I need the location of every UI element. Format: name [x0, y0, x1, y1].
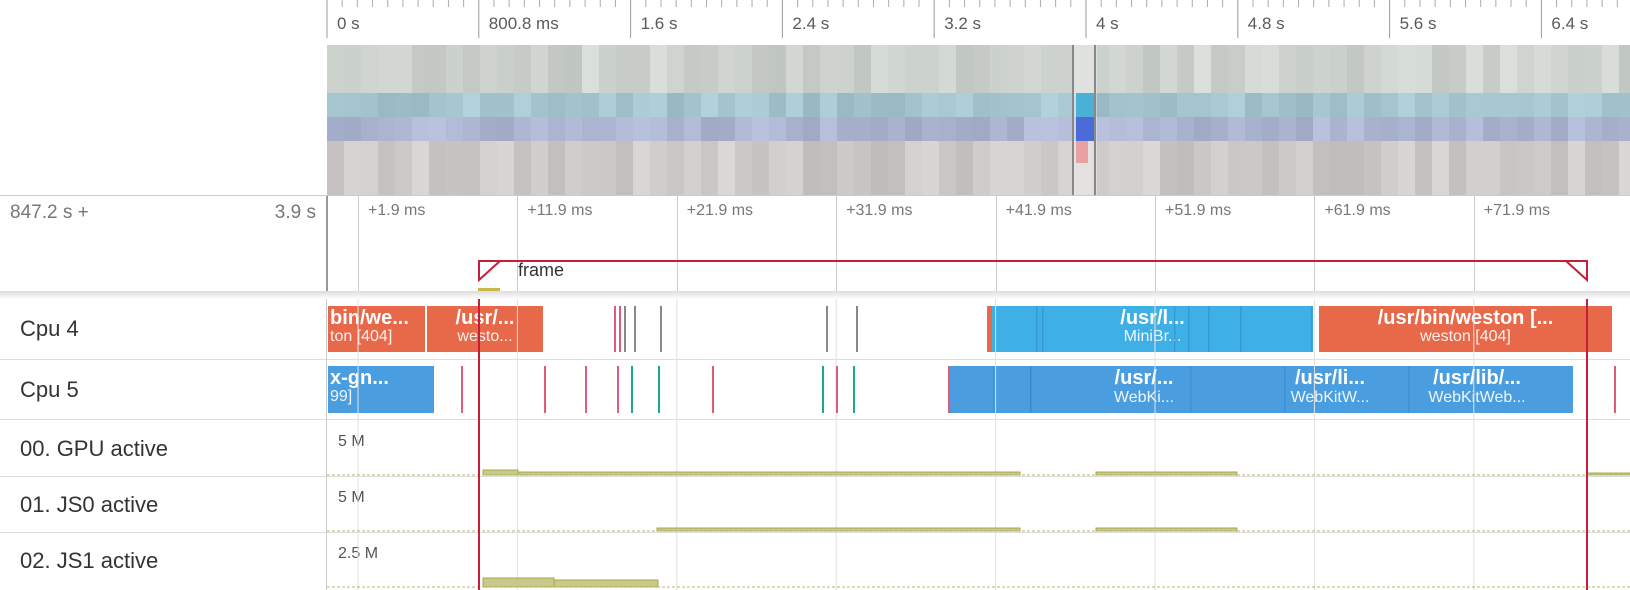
overview-tick-label: 5.6 s [1399, 14, 1437, 33]
cpu5-slice-divider [1408, 366, 1410, 413]
cpu4-thin-slice[interactable] [614, 306, 616, 352]
overview-tick-label: 3.2 s [944, 14, 982, 33]
cpu5-thin-slice[interactable] [1614, 366, 1616, 413]
track-marks [327, 299, 1630, 590]
cpu5-thin-slice[interactable] [948, 366, 950, 413]
cpu5-slice-divider [1190, 366, 1192, 413]
cpu4-thin-slice[interactable] [624, 306, 626, 352]
cpu5-thin-slice[interactable] [544, 366, 546, 413]
cpu5-thin-slice[interactable] [836, 366, 838, 413]
panel-shadow [0, 291, 1630, 299]
cpu5-thin-slice[interactable] [631, 366, 633, 413]
overview-tick-label: 4.8 s [1247, 14, 1285, 33]
cpu4-slice-divider [1036, 306, 1038, 352]
frame-marker-end[interactable] [1563, 260, 1588, 283]
overview-tick-label: 4 s [1096, 14, 1119, 33]
counter-bar [553, 579, 659, 588]
cpu4-slice-divider [1174, 306, 1176, 352]
frame-marker-label: frame [518, 260, 565, 280]
counter-bar [482, 469, 519, 476]
overview-tick-label: 6.4 s [1551, 14, 1589, 33]
cpu4-slice-divider [1208, 306, 1210, 352]
cpu5-thin-slice[interactable] [585, 366, 587, 413]
cpu5-thin-slice[interactable] [822, 366, 824, 413]
cpu5-thin-slice[interactable] [461, 366, 463, 413]
cpu4-thin-slice[interactable] [826, 306, 828, 352]
cpu5-thin-slice[interactable] [658, 366, 660, 413]
overview-heatmap [327, 45, 1630, 195]
overview-time-ruler: 0 s 800.8 ms 1.6 s 2.4 s 3.2 s 4 s 4.8 s 5.6 s 6… [0, 0, 1630, 44]
cpu5-slice-divider [1284, 366, 1286, 413]
overview-tick-label: 2.4 s [792, 14, 830, 33]
cpu4-slice-divider [1042, 306, 1044, 352]
cpu4-thin-slice[interactable] [619, 306, 621, 352]
cpu4-thin-slice[interactable] [634, 306, 636, 352]
frame-marker-start[interactable] [478, 260, 503, 283]
overview-activity-map[interactable] [327, 45, 1630, 195]
frame-marker[interactable] [0, 196, 1630, 292]
track-content-area[interactable]: bin/we... ton [404] /usr/... westo... /u… [0, 299, 1630, 590]
cpu5-slice-divider [1030, 366, 1032, 413]
cpu5-thin-slice[interactable] [712, 366, 714, 413]
overview-tick-label: 1.6 s [640, 14, 678, 33]
cpu4-thin-slice[interactable] [856, 306, 858, 352]
cpu4-slice-divider [1240, 306, 1242, 352]
cpu4-thin-slice[interactable] [660, 306, 662, 352]
cpu5-thin-slice[interactable] [853, 366, 855, 413]
counter-bar [482, 577, 555, 588]
cpu4-slice-divider [1311, 306, 1313, 352]
overview-tick-label: 0 s [337, 14, 360, 33]
cpu5-thin-slice[interactable] [617, 366, 619, 413]
cpu5-slice-divider [993, 366, 995, 413]
selection-time-header[interactable]: 847.2 s + 3.9 s +1.9 ms +11.9 ms +21.9 ms +… [0, 195, 1630, 292]
overview-left-blank [0, 44, 327, 194]
overview-tick-label: 800.8 ms [488, 14, 559, 33]
cpu4-slice-divider [1188, 306, 1190, 352]
